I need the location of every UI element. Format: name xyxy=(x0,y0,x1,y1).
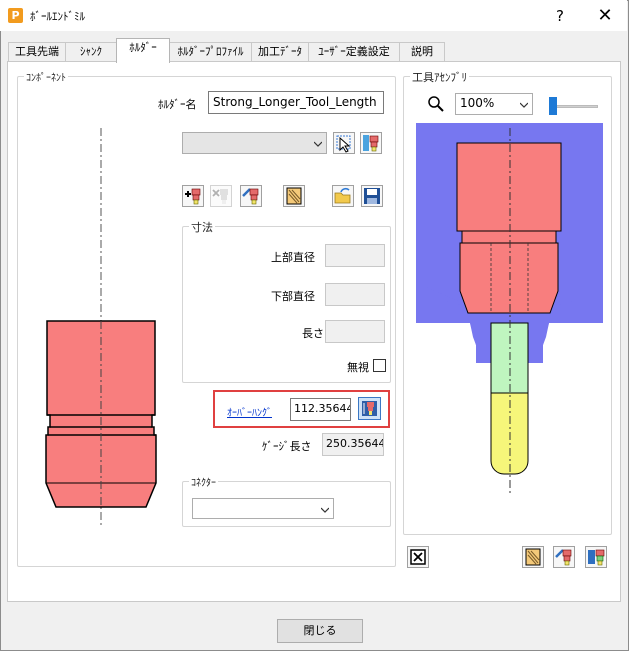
assembly-group-label: 工具ｱｾﾝﾌﾞﾘ xyxy=(410,69,469,85)
tab-description[interactable]: 説明 xyxy=(399,42,445,62)
assembly-edit-icon xyxy=(555,549,572,566)
tab-user-settings[interactable]: ﾕｰｻﾞｰ定義設定 xyxy=(308,42,400,62)
holder-preview xyxy=(45,128,157,528)
tab-holder[interactable]: ﾎﾙﾀﾞｰ xyxy=(116,38,170,63)
magnifier-icon xyxy=(428,96,444,112)
assembly-export-button[interactable] xyxy=(585,546,607,568)
open-file-button[interactable] xyxy=(332,185,354,207)
tab-shank[interactable]: ｼｬﾝｸ xyxy=(65,42,117,62)
fit-view-button[interactable] xyxy=(407,546,429,568)
holder-name-label: ﾎﾙﾀﾞｰ名 xyxy=(158,98,197,111)
connector-group-label: ｺﾈｸﾀｰ xyxy=(189,474,218,489)
component-group-label: ｺﾝﾎﾟｰﾈﾝﾄ xyxy=(24,69,68,84)
length-input[interactable] xyxy=(325,320,385,343)
save-file-button[interactable] xyxy=(361,185,383,207)
app-icon: P xyxy=(8,8,23,23)
window-title: ﾎﾞｰﾙｴﾝﾄﾞﾐﾙ xyxy=(30,10,85,23)
title-bar: P ﾎﾞｰﾙｴﾝﾄﾞﾐﾙ ? ✕ xyxy=(0,0,627,31)
assembly-preview xyxy=(416,123,603,498)
edit-holder-button[interactable] xyxy=(240,185,262,207)
ignore-checkbox[interactable] xyxy=(373,359,386,372)
overhang-link[interactable]: ｵｰﾊﾞｰﾊﾝｸﾞ xyxy=(227,404,272,419)
chevron-down-icon xyxy=(321,507,329,513)
connector-select[interactable] xyxy=(192,498,334,519)
remove-holder-button[interactable] xyxy=(210,185,232,207)
overhang-button[interactable] xyxy=(358,397,381,420)
tab-holder-profile[interactable]: ﾎﾙﾀﾞｰﾌﾟﾛﾌｧｲﾙ xyxy=(169,42,252,62)
zoom-slider-thumb[interactable] xyxy=(549,97,557,115)
help-button[interactable]: ? xyxy=(548,4,572,28)
remove-holder-icon xyxy=(212,189,228,204)
holder-pick-button[interactable] xyxy=(333,132,355,154)
upper-diameter-input[interactable] xyxy=(325,244,385,267)
gauge-length-input[interactable]: 250.356445 xyxy=(322,433,384,456)
close-button[interactable]: 閉じる xyxy=(277,619,363,643)
holder-library-icon xyxy=(363,135,379,152)
lower-diameter-input[interactable] xyxy=(325,283,385,306)
lower-diameter-label: 下部直径 xyxy=(271,290,315,303)
holder-select[interactable] xyxy=(182,132,327,154)
length-label: 長さ xyxy=(302,327,324,340)
assembly-hatch-button[interactable] xyxy=(522,546,544,568)
assembly-export-icon xyxy=(588,549,605,566)
fit-view-icon xyxy=(410,549,426,565)
holder-profile-icon xyxy=(286,187,302,205)
overhang-measure-icon xyxy=(362,401,377,416)
upper-diameter-label: 上部直径 xyxy=(271,251,315,264)
gauge-length-label: ｹﾞｰｼﾞ長さ xyxy=(262,440,312,453)
holder-profile-button[interactable] xyxy=(283,185,305,207)
open-folder-icon xyxy=(334,187,351,204)
holder-name-input[interactable]: Strong_Longer_Tool_Length xyxy=(208,91,384,114)
close-window-button[interactable]: ✕ xyxy=(591,4,619,28)
ignore-label: 無視 xyxy=(347,361,369,374)
assembly-hatch-icon xyxy=(525,548,541,566)
zoom-value: 100% xyxy=(460,96,495,110)
overhang-input[interactable]: 112.356445 xyxy=(290,398,351,421)
tab-machining-data[interactable]: 加工ﾃﾞｰﾀ xyxy=(251,42,309,62)
tab-tool-tip[interactable]: 工具先端 xyxy=(8,42,66,62)
chevron-down-icon xyxy=(520,102,528,108)
chevron-down-icon xyxy=(314,141,322,147)
zoom-slider-track[interactable] xyxy=(550,105,598,108)
add-holder-icon xyxy=(185,188,201,205)
assembly-edit-button[interactable] xyxy=(553,546,575,568)
edit-holder-icon xyxy=(242,188,259,205)
holder-library-button[interactable] xyxy=(360,132,382,154)
add-holder-button[interactable] xyxy=(182,185,204,207)
zoom-select[interactable]: 100% xyxy=(455,93,533,115)
save-disk-icon xyxy=(364,188,380,204)
dimensions-group-label: 寸法 xyxy=(189,219,215,235)
cursor-pick-icon xyxy=(336,135,351,153)
